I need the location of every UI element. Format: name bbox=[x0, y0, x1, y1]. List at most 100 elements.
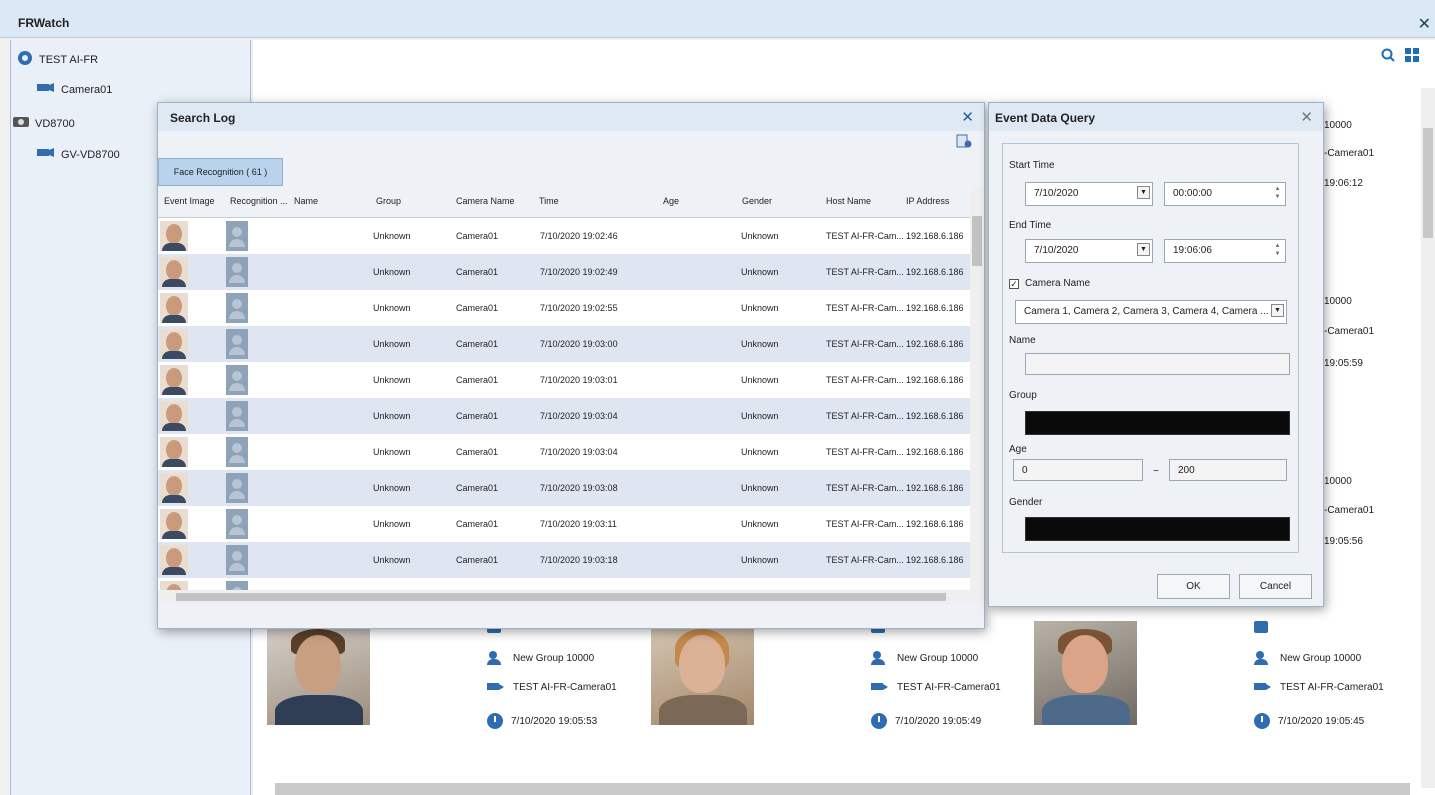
cell-host: TEST AI-FR-Cam... bbox=[826, 519, 904, 529]
table-row[interactable]: Unknown Camera01 7/10/2020 19:03:04 Unknown… bbox=[158, 398, 970, 434]
clock-icon bbox=[487, 713, 503, 729]
main-vertical-scrollbar[interactable] bbox=[1421, 88, 1435, 788]
group-icon bbox=[487, 651, 505, 665]
card-partial-time: 19:06:12 bbox=[1324, 178, 1363, 189]
cell-host: TEST AI-FR-Cam... bbox=[826, 447, 904, 457]
cell-camera: Camera01 bbox=[456, 483, 499, 493]
cancel-button[interactable]: Cancel bbox=[1239, 574, 1312, 599]
cell-time: 7/10/2020 19:02:46 bbox=[540, 231, 618, 241]
tree-item-label: VD8700 bbox=[35, 117, 75, 130]
start-time-spinner[interactable]: 00:00:00 ▲ ▼ bbox=[1164, 182, 1286, 206]
table-row[interactable]: Unknown Camera01 7/10/2020 19:02:49 Unknown… bbox=[158, 254, 970, 290]
query-title: Event Data Query bbox=[995, 111, 1096, 125]
table-horizontal-scrollbar[interactable] bbox=[158, 590, 984, 604]
tree-item-test-ai-fr[interactable]: TEST AI-FR bbox=[17, 50, 98, 69]
cell-time: 7/10/2020 19:03:18 bbox=[540, 555, 618, 565]
group-select[interactable] bbox=[1025, 411, 1290, 435]
chevron-down-icon[interactable]: ▼ bbox=[1271, 304, 1284, 317]
column-header[interactable]: Age bbox=[663, 196, 679, 206]
close-icon[interactable]: ✕ bbox=[961, 108, 974, 126]
table-row[interactable]: Unknown Camera01 7/10/2020 19:03:04 Unknown… bbox=[158, 434, 970, 470]
cell-gender: Unknown bbox=[741, 231, 779, 241]
grid-view-icon[interactable] bbox=[1405, 48, 1419, 65]
cell-group: Unknown bbox=[373, 519, 411, 529]
column-header[interactable]: Group bbox=[376, 196, 401, 206]
group-icon bbox=[1254, 651, 1272, 665]
table-vertical-scrollbar[interactable] bbox=[970, 186, 984, 590]
spinner-arrows-icon[interactable]: ▲ ▼ bbox=[1272, 185, 1283, 201]
recognition-placeholder-icon bbox=[226, 221, 248, 251]
event-snapshot bbox=[651, 621, 754, 725]
cell-group: Unknown bbox=[373, 375, 411, 385]
table-row[interactable]: UnknownCamera017/10/2020 19:03:20Unknown… bbox=[158, 578, 970, 590]
recognition-placeholder-icon bbox=[226, 401, 248, 431]
scroll-thumb[interactable] bbox=[1423, 128, 1433, 238]
search-icon[interactable] bbox=[1381, 48, 1395, 65]
table-row[interactable]: Unknown Camera01 7/10/2020 19:03:00 Unknown… bbox=[158, 326, 970, 362]
start-date-picker[interactable]: 7/10/2020 ▼ bbox=[1025, 182, 1153, 206]
event-image bbox=[160, 473, 188, 503]
cell-ip: 192.168.6.186 bbox=[906, 303, 964, 313]
chevron-down-icon[interactable]: ▼ bbox=[1137, 186, 1150, 199]
query-title-bar: Event Data Query ✕ bbox=[989, 103, 1323, 131]
spinner-arrows-icon[interactable]: ▲ ▼ bbox=[1272, 242, 1283, 258]
tab-face-recognition[interactable]: Face Recognition ( 61 ) bbox=[158, 158, 283, 186]
table-row[interactable]: Unknown Camera01 7/10/2020 19:03:18 Unknown… bbox=[158, 542, 970, 578]
column-header[interactable]: Camera Name bbox=[456, 196, 515, 206]
table-row[interactable]: Unknown Camera01 7/10/2020 19:03:08 Unknown… bbox=[158, 470, 970, 506]
column-header[interactable]: Gender bbox=[742, 196, 772, 206]
event-snapshot bbox=[267, 621, 370, 725]
ok-button[interactable]: OK bbox=[1157, 574, 1230, 599]
main-horizontal-scrollbar[interactable] bbox=[275, 783, 1410, 795]
cell-host: TEST AI-FR-Cam... bbox=[826, 411, 904, 421]
event-image bbox=[160, 329, 188, 359]
column-header[interactable]: Time bbox=[539, 196, 559, 206]
scroll-thumb[interactable] bbox=[176, 593, 946, 601]
camera-name-checkbox[interactable]: ✓ bbox=[1009, 279, 1019, 289]
cell-group: Unknown bbox=[373, 555, 411, 565]
age-max-input[interactable]: 200 bbox=[1169, 459, 1287, 481]
camera-name-select[interactable]: Camera 1, Camera 2, Camera 3, Camera 4, … bbox=[1015, 300, 1287, 324]
column-header[interactable]: Host Name bbox=[826, 196, 871, 206]
tree-item-camera01[interactable]: Camera01 bbox=[37, 82, 112, 97]
column-header[interactable]: Event Image bbox=[164, 196, 215, 206]
table-row[interactable]: Unknown Camera01 7/10/2020 19:03:01 Unknown… bbox=[158, 362, 970, 398]
export-icon[interactable] bbox=[956, 133, 972, 152]
tree-item-vd8700[interactable]: VD8700 bbox=[13, 115, 75, 132]
chevron-down-icon[interactable]: ▼ bbox=[1137, 243, 1150, 256]
age-min-input[interactable]: 0 bbox=[1013, 459, 1143, 481]
table-row[interactable]: Unknown Camera01 7/10/2020 19:03:11 Unknown… bbox=[158, 506, 970, 542]
cell-ip: 192.168.6.186 bbox=[906, 555, 964, 565]
camera-icon bbox=[487, 681, 505, 693]
event-card[interactable]: New Group 10000 TEST AI-FR-Camera01 7/10… bbox=[267, 621, 627, 731]
search-log-title-bar: Search Log ✕ bbox=[158, 103, 984, 131]
search-log-dialog: Search Log ✕ Face Recognition ( 61 ) Eve… bbox=[157, 102, 985, 629]
cell-time: 7/10/2020 19:02:49 bbox=[540, 267, 618, 277]
event-card[interactable]: New Group 10000 TEST AI-FR-Camera01 7/10… bbox=[1034, 621, 1394, 731]
close-icon[interactable]: ✕ bbox=[1300, 108, 1313, 126]
device-icon bbox=[13, 115, 29, 132]
column-header[interactable]: IP Address bbox=[906, 196, 949, 206]
recognition-placeholder-icon bbox=[226, 545, 248, 575]
gender-select[interactable] bbox=[1025, 517, 1290, 541]
cell-camera: Camera01 bbox=[456, 375, 499, 385]
event-camera: TEST AI-FR-Camera01 bbox=[513, 681, 617, 693]
scroll-thumb[interactable] bbox=[972, 216, 982, 266]
app-close-icon[interactable]: ✕ bbox=[1418, 14, 1431, 34]
cell-camera: Camera01 bbox=[456, 267, 499, 277]
column-header[interactable]: Name bbox=[294, 196, 318, 206]
event-card[interactable]: New Group 10000 TEST AI-FR-Camera01 7/10… bbox=[651, 621, 1011, 731]
table-row[interactable]: Unknown Camera01 7/10/2020 19:02:55 Unknown… bbox=[158, 290, 970, 326]
cell-camera: Camera01 bbox=[456, 411, 499, 421]
end-date-picker[interactable]: 7/10/2020 ▼ bbox=[1025, 239, 1153, 263]
event-image bbox=[160, 401, 188, 431]
tree-item-gv-vd8700[interactable]: GV-VD8700 bbox=[37, 147, 120, 162]
column-header[interactable]: Recognition ... bbox=[230, 196, 288, 206]
event-image bbox=[160, 437, 188, 467]
end-time-spinner[interactable]: 19:06:06 ▲ ▼ bbox=[1164, 239, 1286, 263]
event-time: 7/10/2020 19:05:49 bbox=[895, 715, 982, 727]
name-input[interactable] bbox=[1025, 353, 1290, 375]
tree-item-label: Camera01 bbox=[61, 83, 113, 96]
table-row[interactable]: Unknown Camera01 7/10/2020 19:02:46 Unknown… bbox=[158, 218, 970, 254]
card-partial-camera: -Camera01 bbox=[1324, 148, 1375, 159]
